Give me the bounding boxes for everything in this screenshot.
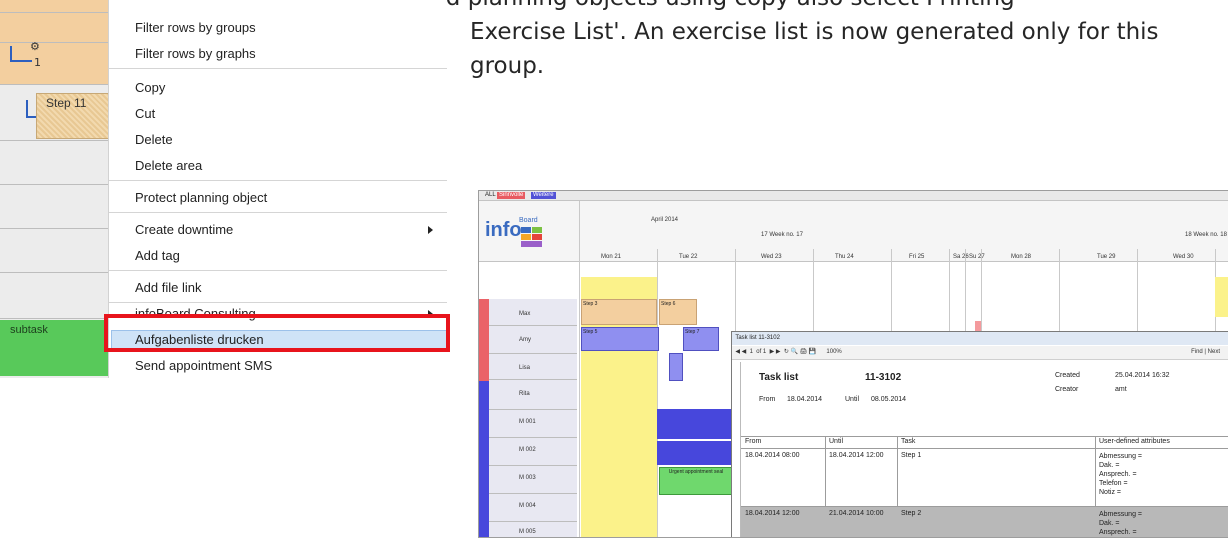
menu-delete-area[interactable]: Delete area xyxy=(135,158,202,173)
menu-filter-rows-graphs[interactable]: Filter rows by graphs xyxy=(135,46,256,61)
menu-add-tag[interactable]: Add tag xyxy=(135,248,180,263)
day-header: Su 27 xyxy=(969,254,985,260)
col-header: User-defined attributes xyxy=(1099,438,1170,445)
menu-add-file-link[interactable]: Add file link xyxy=(135,280,201,295)
resource-name: M 003 xyxy=(519,475,536,481)
table-cell: 18.04.2014 12:00 xyxy=(829,452,884,459)
creator-value: amt xyxy=(1115,386,1127,393)
logo-sub: Board xyxy=(519,217,538,224)
table-cell: Step 1 xyxy=(901,452,922,459)
until-label: Until xyxy=(845,396,860,403)
dialog-report: Task list 11-3102 From 18.04.2014 Until … xyxy=(740,362,1228,537)
day-header: Sa 26 xyxy=(953,254,969,260)
menu-cut[interactable]: Cut xyxy=(135,106,155,121)
day-header: Tue 29 xyxy=(1097,254,1116,260)
col-header: Task xyxy=(901,438,916,445)
zoom-value[interactable]: 100% xyxy=(826,349,841,355)
created-label: Created xyxy=(1055,372,1080,379)
group-bar-blue xyxy=(479,381,489,537)
menu-copy[interactable]: Copy xyxy=(135,80,165,95)
table-cell: Abmessung = Dak. = Ansprech. = xyxy=(1099,511,1142,536)
dialog-toolbar: ◀ ◀ 1 of 1 ▶ ▶ ↻ 🔍 🖨 💾 100% Find | Next xyxy=(732,346,1228,360)
month-label: April 2014 xyxy=(651,217,679,223)
creator-label: Creator xyxy=(1055,386,1079,393)
task-small[interactable] xyxy=(669,353,683,381)
resource-column xyxy=(489,299,577,537)
task-label: Step 3 xyxy=(583,301,598,307)
document-line-2: group. xyxy=(470,53,545,79)
task-label: Step 5 xyxy=(583,329,598,335)
task-step-3[interactable]: Step 3 xyxy=(581,299,657,325)
infoboard-screenshot: ALL Sinnvolle Weitere info Board April 2… xyxy=(478,190,1228,538)
task-label: Step 7 xyxy=(685,329,700,335)
task-step-6[interactable]: Step 6 xyxy=(659,299,697,325)
menu-protect-planning-object[interactable]: Protect planning object xyxy=(135,190,267,205)
menu-send-appointment-sms[interactable]: Send appointment SMS xyxy=(135,358,272,373)
table-cell: Step 2 xyxy=(901,510,922,517)
menu-filter-rows-groups[interactable]: Filter rows by groups xyxy=(135,20,256,35)
menu-delete[interactable]: Delete xyxy=(135,132,173,147)
day-header: Fri 25 xyxy=(909,254,925,260)
day-header: Mon 21 xyxy=(601,254,622,260)
gantt-strip: ⚙ 1 Step 11 subtask xyxy=(0,0,113,378)
resource-name: Max xyxy=(519,311,531,317)
logo-text: info xyxy=(485,219,522,241)
day-header: Wed 23 xyxy=(761,254,782,260)
dialog-title-bar: Task list 11-3102 xyxy=(732,332,1228,345)
page-count: of 1 xyxy=(756,349,767,355)
table-cell: Abmessung = Dak. = Ansprech. = Telefon =… xyxy=(1099,453,1142,496)
connector-line xyxy=(10,46,32,62)
report-heading: Task list xyxy=(759,372,799,383)
table-cell: 18.04.2014 12:00 xyxy=(745,510,800,517)
col-header: From xyxy=(745,438,762,445)
document-line-1: Exercise List'. An exercise list is now … xyxy=(470,19,1159,45)
tab-bar: ALL Sinnvolle Weitere xyxy=(479,191,1228,201)
day-header: Thu 24 xyxy=(835,254,854,260)
table-cell: 18.04.2014 08:00 xyxy=(745,452,800,459)
from-value: 18.04.2014 xyxy=(787,396,823,403)
green-task-label: subtask xyxy=(10,324,48,336)
marker-1: 1 xyxy=(34,56,41,69)
day-header: Mon 28 xyxy=(1011,254,1032,260)
table-cell: 21.04.2014 10:00 xyxy=(829,510,884,517)
tab-blue[interactable]: Weitere xyxy=(531,192,556,199)
tab-all[interactable]: ALL xyxy=(483,192,498,199)
logo-icon xyxy=(521,227,542,247)
menu-create-downtime[interactable]: Create downtime xyxy=(135,222,233,237)
highlight-frame xyxy=(104,314,450,352)
submenu-arrow-icon xyxy=(428,226,433,234)
blue-block xyxy=(657,441,735,465)
resource-name: M 001 xyxy=(519,419,536,425)
task-step-5[interactable]: Step 5 xyxy=(581,327,659,351)
week-label-2: 18 Week no. 18 xyxy=(1185,232,1227,238)
resource-name: Lisa xyxy=(519,365,531,371)
task-step-7[interactable]: Step 7 xyxy=(683,327,719,351)
created-value: 25.04.2014 16:32 xyxy=(1115,372,1170,379)
resource-name: M 004 xyxy=(519,503,536,509)
yellow-column xyxy=(1215,277,1228,317)
dialog-title: Task list 11-3102 xyxy=(735,335,780,341)
resource-name: M 005 xyxy=(519,529,536,535)
task-label: Step 6 xyxy=(661,301,676,307)
report-number: 11-3102 xyxy=(865,372,902,383)
from-label: From xyxy=(759,396,776,403)
col-header: Until xyxy=(829,438,844,445)
week-label-1: 17 Week no. 17 xyxy=(761,232,803,238)
task-label: Urgent appointment seal xyxy=(668,469,724,475)
find-next[interactable]: Find | Next xyxy=(1191,346,1220,359)
tab-red[interactable]: Sinnvolle xyxy=(497,192,526,199)
day-header: Tue 22 xyxy=(679,254,698,260)
selected-row-bg xyxy=(741,506,1228,537)
until-value: 08.05.2014 xyxy=(871,396,907,403)
task-list-dialog: Task list 11-3102 ◀ ◀ 1 of 1 ▶ ▶ ↻ 🔍 🖨 💾… xyxy=(731,331,1228,537)
task-step-11-label: Step 11 xyxy=(46,96,87,110)
calendar-header: info Board April 2014 17 Week no. 17 18 … xyxy=(479,201,1228,262)
day-header: Wed 30 xyxy=(1173,254,1194,260)
resource-name: M 002 xyxy=(519,447,536,453)
task-urgent[interactable]: Urgent appointment seal xyxy=(659,467,733,495)
resource-name: Rita xyxy=(519,391,530,397)
blue-block xyxy=(657,409,735,439)
resource-name: Amy xyxy=(519,337,531,343)
